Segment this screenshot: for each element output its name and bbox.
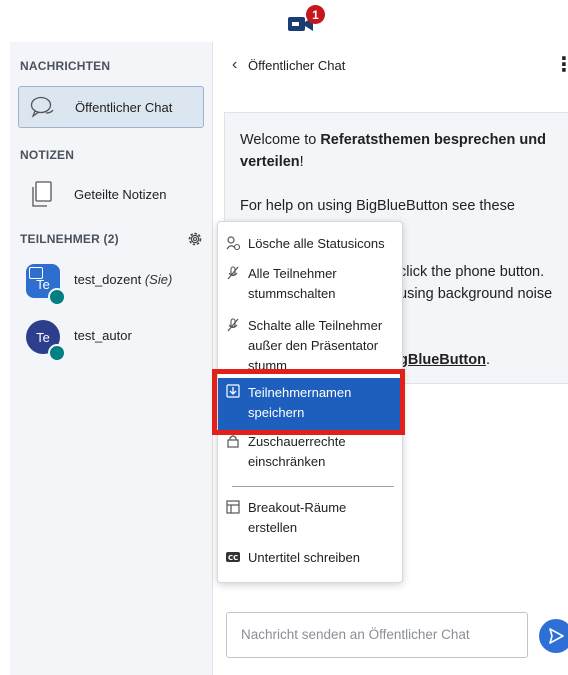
sidebar-item-public-chat[interactable]: Öffentlicher Chat <box>18 86 204 128</box>
sidebar-item-shared-notes[interactable]: Geteilte Notizen <box>18 173 204 215</box>
send-button[interactable] <box>539 619 568 653</box>
document-icon <box>28 180 56 208</box>
sidebar: NACHRICHTEN Öffentlicher Chat NOTIZEN Ge… <box>10 42 213 675</box>
participant-row[interactable]: Te test_autor <box>18 320 204 364</box>
menu-item-write-captions[interactable]: CC Untertitel schreiben <box>218 548 402 570</box>
welcome-line: verteilen! <box>240 154 304 170</box>
download-icon <box>226 384 240 398</box>
notes-section-title: NOTIZEN <box>20 148 75 162</box>
mute-icon <box>227 266 239 280</box>
mute-icon <box>227 318 239 332</box>
svg-text:CC: CC <box>228 554 238 562</box>
message-input[interactable]: Nachricht senden an Öffentlicher Chat <box>226 612 528 658</box>
chat-title[interactable]: Öffentlicher Chat <box>248 58 345 73</box>
messages-section-title: NACHRICHTEN <box>20 59 111 73</box>
welcome-line: gBlueButton. <box>399 352 491 368</box>
notification-badge: 1 <box>306 5 325 24</box>
chat-header: ‹ Öffentlicher Chat ⋮ <box>216 42 568 86</box>
headset-icon <box>48 344 66 362</box>
more-options-icon[interactable]: ⋮ <box>554 52 568 77</box>
participant-name: test_dozent (Sie) <box>74 272 173 287</box>
menu-item-clear-status[interactable]: Lösche alle Statusicons <box>218 234 402 256</box>
welcome-line: click the phone button. <box>399 264 545 280</box>
participant-row[interactable]: Te test_dozent (Sie) <box>18 264 204 308</box>
menu-item-mute-all[interactable]: Alle Teilnehmer stummschalten <box>218 264 402 308</box>
participants-section-title: TEILNEHMER (2) <box>20 232 119 246</box>
send-icon <box>549 628 564 644</box>
lock-icon <box>227 435 239 448</box>
welcome-line: using background noise <box>399 286 553 302</box>
chat-bubble-icon <box>29 93 57 121</box>
shared-notes-label: Geteilte Notizen <box>74 186 167 202</box>
presenter-icon <box>29 267 43 279</box>
chevron-left-icon[interactable]: ‹ <box>232 56 237 74</box>
clear-status-icon <box>226 236 240 250</box>
menu-item-mute-all-except-presenter[interactable]: Schalte alle Teilnehmer außer den Präsen… <box>218 316 402 380</box>
help-link[interactable]: gBlueButton <box>399 352 486 368</box>
rooms-icon <box>226 500 240 514</box>
welcome-line: Welcome to Referatsthemen besprechen und <box>240 132 546 148</box>
menu-item-lock-viewers[interactable]: Zuschauerrechte einschränken <box>218 432 402 478</box>
headset-icon <box>48 288 66 306</box>
participant-name: test_autor <box>74 328 132 343</box>
public-chat-label: Öffentlicher Chat <box>75 99 173 115</box>
menu-item-create-breakout-rooms[interactable]: Breakout-Räume erstellen <box>218 498 402 542</box>
menu-item-save-user-names[interactable]: Teilnehmernamen speichern <box>218 378 402 430</box>
welcome-line: For help on using BigBlueButton see thes… <box>240 198 515 214</box>
participants-options-menu: Lösche alle Statusicons Alle Teilnehmer … <box>217 221 403 583</box>
closed-caption-icon: CC <box>226 552 240 562</box>
menu-divider <box>232 486 394 487</box>
top-bar: 1 <box>0 0 568 42</box>
gear-icon[interactable] <box>186 230 204 248</box>
